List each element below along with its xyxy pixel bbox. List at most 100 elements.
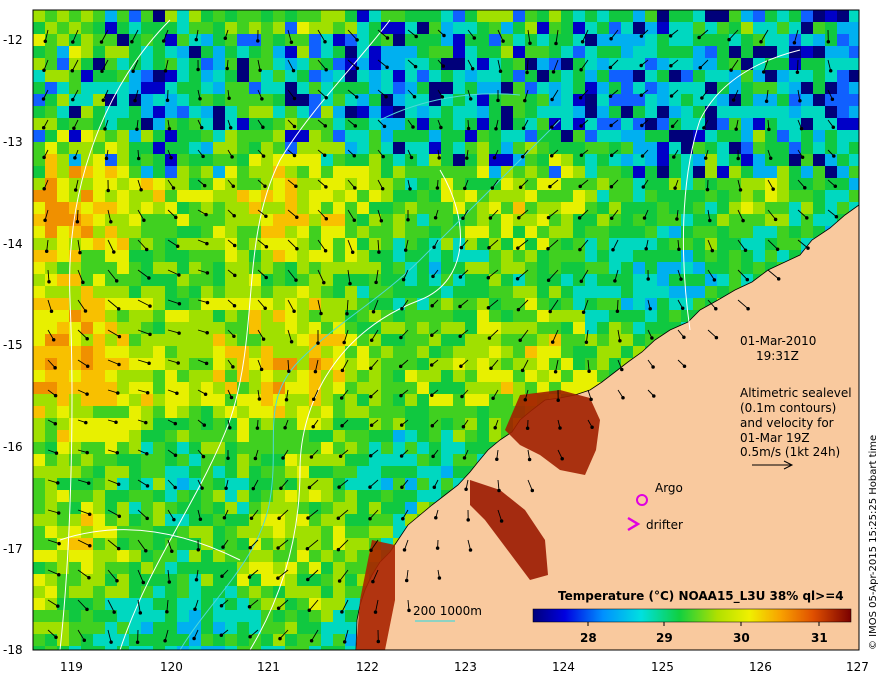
sst-cell [33, 202, 45, 214]
sst-cell [225, 70, 237, 82]
sst-cell [189, 250, 201, 262]
sst-cell [597, 154, 609, 166]
velocity-arrow-head [56, 511, 61, 515]
sst-cell [669, 70, 681, 82]
sst-cell [93, 538, 105, 550]
sst-cell [525, 22, 537, 34]
sst-cell [93, 166, 105, 178]
sst-cell [141, 394, 153, 406]
sst-cell [801, 46, 813, 58]
sst-cell [477, 34, 489, 46]
velocity-arrow-head [579, 68, 583, 72]
velocity-arrow-head [313, 369, 318, 374]
sst-cell [729, 166, 741, 178]
sst-cell [477, 142, 489, 154]
sst-cell [357, 22, 369, 34]
sst-cell [741, 154, 753, 166]
velocity-arrow-head [432, 485, 437, 489]
sst-cell [693, 262, 705, 274]
sst-cell [33, 394, 45, 406]
sst-cell [309, 346, 321, 358]
sst-cell [441, 322, 453, 334]
sst-cell [153, 214, 165, 226]
lon-label: 125 [651, 660, 674, 674]
sst-cell [489, 238, 501, 250]
velocity-arrow-head [130, 39, 134, 44]
sst-cell [213, 394, 225, 406]
sst-cell [189, 202, 201, 214]
sst-cell [105, 490, 117, 502]
velocity-arrow-head [348, 281, 352, 286]
velocity-arrow-head [609, 123, 613, 128]
sst-cell [45, 490, 57, 502]
sst-cell [93, 502, 105, 514]
sst-cell [429, 214, 441, 226]
sst-cell [105, 346, 117, 358]
velocity-arrow-head [141, 580, 146, 585]
velocity-arrow-head [292, 124, 297, 129]
sst-cell [825, 58, 837, 70]
sst-cell [393, 406, 405, 418]
sst-cell [177, 586, 189, 598]
colorbar-tick-label: 29 [656, 631, 673, 645]
sst-cell [825, 106, 837, 118]
sst-cell [273, 646, 285, 650]
velocity-arrow-head [116, 482, 121, 486]
sst-cell [285, 586, 297, 598]
sst-cell [729, 238, 741, 250]
sst-cell [429, 430, 441, 442]
sst-cell [357, 514, 369, 526]
sst-cell [81, 214, 93, 226]
sst-cell [501, 370, 513, 382]
sst-cell [525, 130, 537, 142]
velocity-arrow-head [42, 68, 46, 72]
sst-cell [297, 286, 309, 298]
sst-cell [525, 190, 537, 202]
sst-cell [105, 142, 117, 154]
velocity-arrow-head [289, 340, 294, 344]
velocity-arrow-head [768, 156, 773, 160]
sst-cell [129, 442, 141, 454]
sst-cell [633, 274, 645, 286]
sst-cell [225, 82, 237, 94]
sst-cell [693, 190, 705, 202]
sst-cell [237, 262, 249, 274]
velocity-arrow-head [41, 126, 46, 130]
sst-cell [165, 274, 177, 286]
sst-cell [633, 202, 645, 214]
sst-cell [297, 406, 309, 418]
sst-cell [153, 358, 165, 370]
sst-cell [225, 538, 237, 550]
sst-cell [237, 166, 249, 178]
sst-cell [177, 250, 189, 262]
sst-cell [165, 82, 177, 94]
sst-cell [777, 214, 789, 226]
sst-cell [93, 610, 105, 622]
sst-cell [357, 442, 369, 454]
sst-cell [57, 106, 69, 118]
sst-cell [645, 142, 657, 154]
sst-cell [33, 622, 45, 634]
sst-cell [321, 370, 333, 382]
sst-cell [585, 166, 597, 178]
sst-cell [225, 622, 237, 634]
sst-cell [333, 118, 345, 130]
sst-cell [525, 106, 537, 118]
sst-cell [93, 10, 105, 22]
velocity-arrow-head [470, 66, 475, 71]
sst-cell [573, 106, 585, 118]
sst-cell [537, 310, 549, 322]
sst-cell [525, 58, 537, 70]
sst-cell [105, 226, 117, 238]
sst-cell [141, 178, 153, 190]
sst-cell [57, 238, 69, 250]
sst-cell [453, 454, 465, 466]
sst-cell [273, 526, 285, 538]
sst-cell [201, 622, 213, 634]
sst-cell [405, 394, 417, 406]
sst-cell [165, 262, 177, 274]
sst-cell [345, 286, 357, 298]
sst-cell [693, 70, 705, 82]
velocity-arrow-head [78, 250, 82, 255]
sst-cell [573, 82, 585, 94]
